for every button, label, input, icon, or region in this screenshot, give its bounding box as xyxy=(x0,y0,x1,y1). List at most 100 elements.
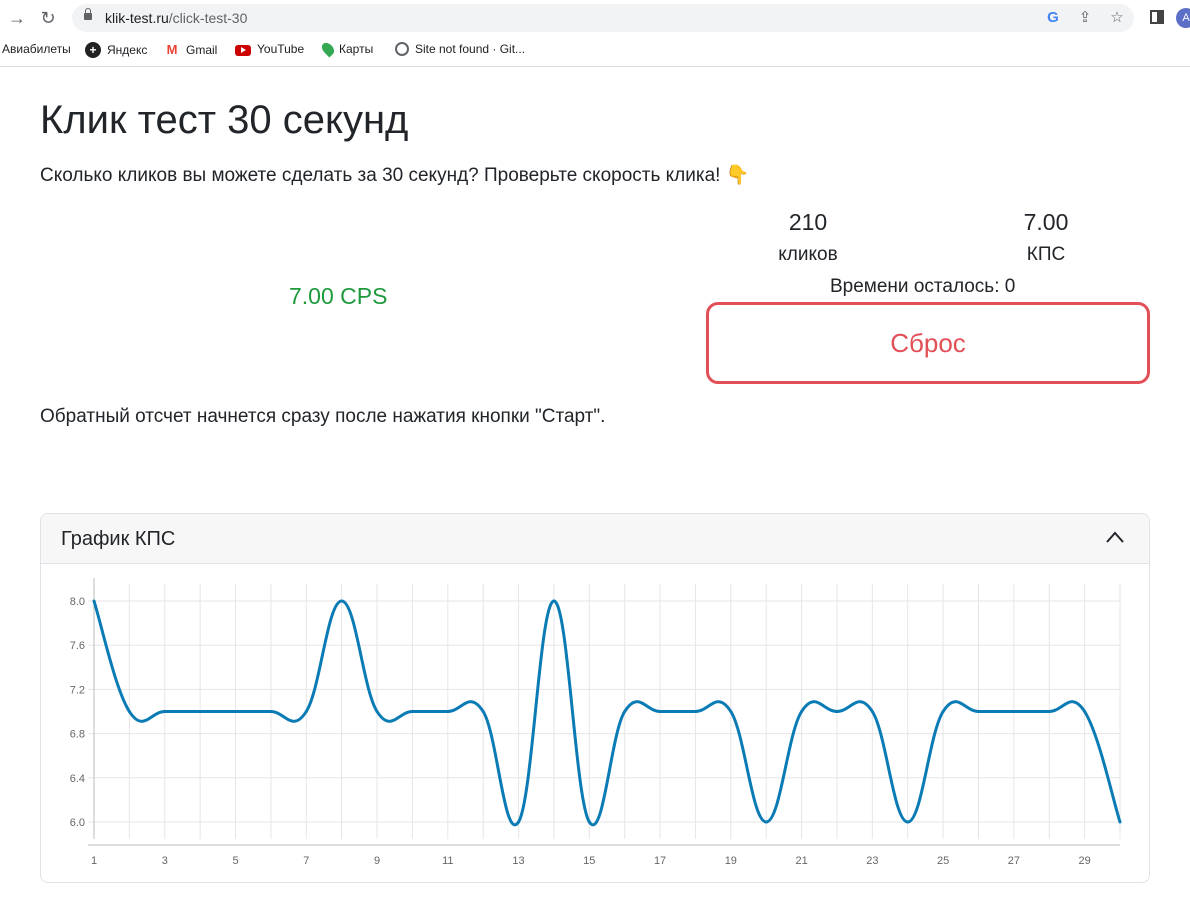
page-subtitle: Сколько кликов вы можете сделать за 30 с… xyxy=(40,165,750,186)
x-tick-label: 29 xyxy=(1078,855,1090,867)
x-tick-label: 9 xyxy=(374,855,380,867)
youtube-icon xyxy=(235,44,251,56)
x-tick-label: 1 xyxy=(91,855,97,867)
data-point xyxy=(198,710,202,713)
data-point xyxy=(870,710,874,713)
bookmark-youtube[interactable]: YouTube xyxy=(235,42,304,56)
bookmarks-bar: Авиабилеты + Яндекс M Gmail YouTube Карты … xyxy=(0,36,1190,67)
cps-chart-card: График КПС 6.0 6.4 6.8 7.2 7.6 8.0 1 3 5 7 9 11 13 15… xyxy=(40,513,1150,883)
bookmark-label: Авиабилеты xyxy=(2,42,71,56)
bookmark-label: Яндекс xyxy=(107,43,148,57)
yandex-icon: + xyxy=(85,42,101,58)
y-tick-label: 7.6 xyxy=(70,640,85,652)
data-point xyxy=(1047,710,1051,713)
data-point xyxy=(1012,710,1016,713)
y-tick-label: 6.4 xyxy=(70,773,85,785)
bookmark-yandex[interactable]: + Яндекс xyxy=(85,42,147,58)
card-title: График КПС xyxy=(61,528,176,550)
data-point xyxy=(658,710,662,713)
data-point xyxy=(800,710,804,713)
y-tick-label: 6.8 xyxy=(70,729,85,741)
data-point xyxy=(1083,710,1087,713)
y-tick-label: 6.0 xyxy=(70,817,85,829)
data-point xyxy=(552,599,556,603)
cps-label: КПС xyxy=(1026,244,1066,265)
bookmark-aviabilety[interactable]: Авиабилеты xyxy=(2,42,71,56)
data-point xyxy=(481,710,485,713)
x-tick-label: 7 xyxy=(303,855,309,867)
profile-avatar[interactable]: A xyxy=(1176,8,1190,28)
y-tick-label: 7.2 xyxy=(70,684,85,696)
bookmark-label: Карты xyxy=(339,42,374,56)
chart-area: 6.0 6.4 6.8 7.2 7.6 8.0 1 3 5 7 9 11 13 15 17 19 21 23 25 2… xyxy=(41,564,1149,882)
lock-icon[interactable] xyxy=(84,8,92,22)
url-text[interactable]: klik-test.ru/click-test-30 xyxy=(105,10,247,26)
google-icon[interactable]: G xyxy=(1044,9,1062,26)
reload-icon[interactable]: ↻ xyxy=(37,7,59,29)
x-tick-label: 11 xyxy=(442,855,453,867)
cps-line-chart: 6.06.46.87.27.68.01 3 5 7 9 11 13 15 17 19 21 23 25 2… xyxy=(70,578,1122,867)
page-title: Клик тест 30 секунд xyxy=(40,98,409,142)
data-point xyxy=(517,820,521,824)
data-point xyxy=(163,710,167,713)
bookmark-site-not-found[interactable]: Site not found · Git... xyxy=(395,42,525,56)
maps-pin-icon xyxy=(319,40,337,58)
address-bar[interactable]: klik-test.ru/click-test-30 G ⇪ ☆ xyxy=(72,4,1134,32)
clicks-stat: 210 кликов xyxy=(770,209,846,266)
bookmark-maps[interactable]: Карты xyxy=(319,40,374,58)
x-tick-label: 17 xyxy=(654,855,666,867)
x-tick-label: 13 xyxy=(512,855,524,867)
x-tick-label: 25 xyxy=(937,855,949,867)
x-tick-label: 15 xyxy=(583,855,595,867)
data-point xyxy=(446,710,450,713)
bookmark-gmail[interactable]: M Gmail xyxy=(164,42,218,58)
data-point xyxy=(976,710,980,713)
x-tick-label: 19 xyxy=(725,855,737,867)
data-point xyxy=(92,599,96,603)
x-tick-label: 21 xyxy=(795,855,807,867)
data-point xyxy=(410,710,414,713)
data-point xyxy=(906,820,910,824)
bookmark-label: YouTube xyxy=(257,42,305,56)
data-point xyxy=(835,710,839,713)
reset-button[interactable]: Сброс xyxy=(706,302,1150,384)
data-point xyxy=(304,710,308,713)
time-left: Времени осталось: 0 xyxy=(830,276,1016,297)
data-point xyxy=(941,710,945,713)
cps-result: 7.00 CPS xyxy=(289,283,388,309)
data-point xyxy=(587,820,591,824)
share-icon[interactable]: ⇪ xyxy=(1076,8,1094,26)
data-point xyxy=(269,710,273,713)
cps-series-line xyxy=(92,599,1122,827)
cps-value: 7.00 xyxy=(1023,209,1069,235)
side-panel-icon[interactable] xyxy=(1150,10,1164,24)
chevron-up-icon[interactable] xyxy=(1105,530,1125,544)
bookmark-label: Gmail xyxy=(186,43,218,57)
globe-icon xyxy=(395,42,409,56)
card-header[interactable]: График КПС xyxy=(41,514,1149,564)
data-point xyxy=(764,820,768,824)
x-tick-label: 27 xyxy=(1008,855,1020,867)
y-tick-label: 8.0 xyxy=(70,596,85,608)
clicks-label: кликов xyxy=(778,244,838,265)
x-tick-label: 5 xyxy=(232,855,238,867)
data-point xyxy=(729,710,733,713)
url-host: klik-test.ru xyxy=(105,10,169,26)
data-point xyxy=(375,710,379,713)
star-icon[interactable]: ☆ xyxy=(1108,8,1126,26)
x-tick-label: 23 xyxy=(866,855,878,867)
gmail-icon: M xyxy=(166,42,178,57)
bookmark-label: Site not found · Git... xyxy=(415,42,526,56)
x-tick-label: 3 xyxy=(162,855,168,867)
data-point xyxy=(340,599,344,603)
url-path: /click-test-30 xyxy=(168,10,248,26)
data-point xyxy=(127,710,131,713)
data-point xyxy=(234,710,238,713)
data-point xyxy=(1118,820,1122,824)
countdown-note: Обратный отсчет начнется сразу после наж… xyxy=(40,406,606,427)
back-arrow-icon[interactable]: → xyxy=(6,7,28,29)
clicks-value: 210 xyxy=(788,209,828,235)
data-point xyxy=(693,710,697,713)
data-point xyxy=(623,710,627,713)
browser-toolbar: → ↻ klik-test.ru/click-test-30 G ⇪ ☆ A xyxy=(0,0,1190,36)
